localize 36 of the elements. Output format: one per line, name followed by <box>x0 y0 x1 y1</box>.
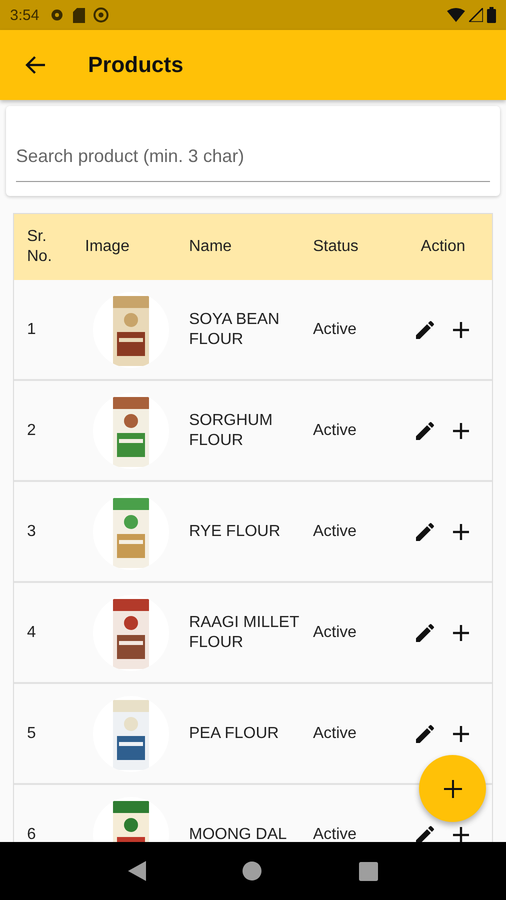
product-name: MOONG DAL <box>189 824 288 842</box>
plus-icon <box>442 778 464 800</box>
serial-number: 1 <box>27 320 37 340</box>
product-status: Active <box>313 522 358 542</box>
page-title: Products <box>88 52 184 78</box>
status-time: 3:54 <box>10 6 40 24</box>
product-name: PEA FLOUR <box>189 724 280 744</box>
product-name: SOYA BEAN FLOUR <box>189 310 280 350</box>
product-status: Active <box>313 724 358 744</box>
product-name: SORGHUM FLOUR <box>189 410 274 450</box>
home-nav-button[interactable] <box>242 861 262 881</box>
serial-number: 2 <box>27 420 37 440</box>
product-name: RAAGI MILLET FLOUR <box>189 612 300 652</box>
column-header: Status <box>313 237 360 257</box>
search-field[interactable]: Search product (min. 3 char) <box>6 106 500 196</box>
column-header: Image <box>85 237 130 257</box>
back-nav-button[interactable] <box>128 861 146 881</box>
serial-number: 3 <box>27 522 37 542</box>
recents-nav-button[interactable] <box>358 862 378 880</box>
circle-icon <box>93 7 110 23</box>
product-status: Active <box>313 622 358 642</box>
product-status: Active <box>313 824 358 842</box>
serial-number: 6 <box>27 824 37 842</box>
back-arrow-icon <box>24 55 46 75</box>
battery-icon <box>487 7 496 23</box>
serial-number: 4 <box>27 622 37 642</box>
product-status: Active <box>313 420 358 440</box>
product-status: Active <box>313 320 358 340</box>
product-name: RYE FLOUR <box>189 522 282 542</box>
sd-card-icon <box>73 8 86 22</box>
column-header: Name <box>189 237 233 257</box>
signal-icon <box>469 8 483 22</box>
wifi-icon <box>447 8 465 22</box>
column-header: Sr. No. <box>27 227 53 267</box>
column-header: Action <box>420 237 466 257</box>
serial-number: 5 <box>27 724 37 744</box>
